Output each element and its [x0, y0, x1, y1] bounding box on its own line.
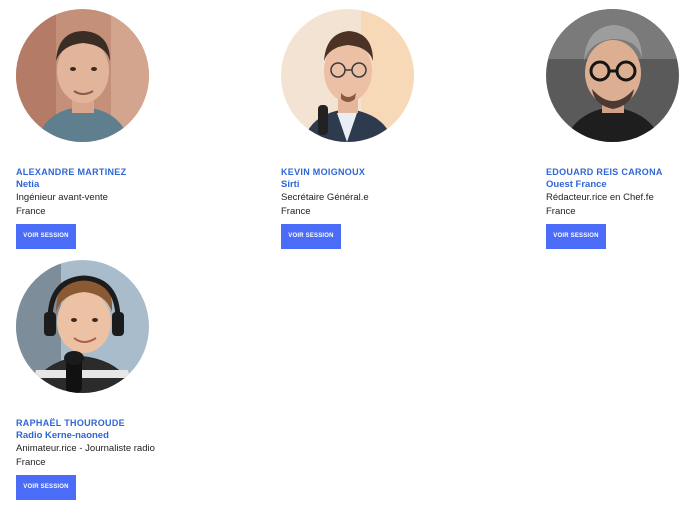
- speaker-role: Rédacteur.rice en Chef.fe: [546, 192, 654, 203]
- speaker-avatar[interactable]: [546, 9, 679, 142]
- view-session-button[interactable]: Voir session: [546, 224, 606, 249]
- speaker-name: Edouard Reis Carona: [546, 167, 663, 177]
- view-session-button[interactable]: Voir session: [16, 475, 76, 500]
- speaker-card-kevin-moignoux: Kevin Moignoux Sirti Secrétaire Général.…: [281, 9, 481, 249]
- speaker-card-raphael-thouroude: Raphaël Thouroude Radio Kerne-naoned Ani…: [16, 260, 216, 500]
- speaker-card-alexandre-martinez: Alexandre Martinez Netia Ingénieur avant…: [16, 9, 216, 249]
- speaker-organization: Sirti: [281, 179, 300, 190]
- speaker-country: France: [281, 205, 311, 217]
- speaker-organization: Ouest France: [546, 179, 607, 190]
- view-session-button[interactable]: Voir session: [281, 224, 341, 249]
- speaker-name: Kevin Moignoux: [281, 167, 366, 177]
- speaker-card-edouard-reis-carona: Edouard Reis Carona Ouest France Rédacte…: [546, 9, 689, 249]
- speaker-role: Ingénieur avant-vente: [16, 192, 108, 203]
- speaker-avatar[interactable]: [16, 9, 149, 142]
- speaker-role: Animateur.rice - Journaliste radio: [16, 443, 155, 454]
- speaker-country: France: [546, 205, 576, 217]
- speaker-name: Alexandre Martinez: [16, 167, 127, 177]
- speaker-organization: Netia: [16, 179, 40, 190]
- speaker-avatar[interactable]: [16, 260, 149, 393]
- speaker-organization: Radio Kerne-naoned: [16, 430, 109, 441]
- speaker-role: Secrétaire Général.e: [281, 192, 369, 203]
- speaker-name: Raphaël Thouroude: [16, 418, 125, 428]
- view-session-button[interactable]: Voir session: [16, 224, 76, 249]
- speaker-avatar[interactable]: [281, 9, 414, 142]
- speaker-country: France: [16, 456, 46, 468]
- speaker-country: France: [16, 205, 46, 217]
- avatar-photo-icon: [281, 9, 414, 142]
- avatar-photo-icon: [16, 260, 149, 393]
- avatar-photo-icon: [546, 9, 679, 142]
- avatar-photo-icon: [16, 9, 149, 142]
